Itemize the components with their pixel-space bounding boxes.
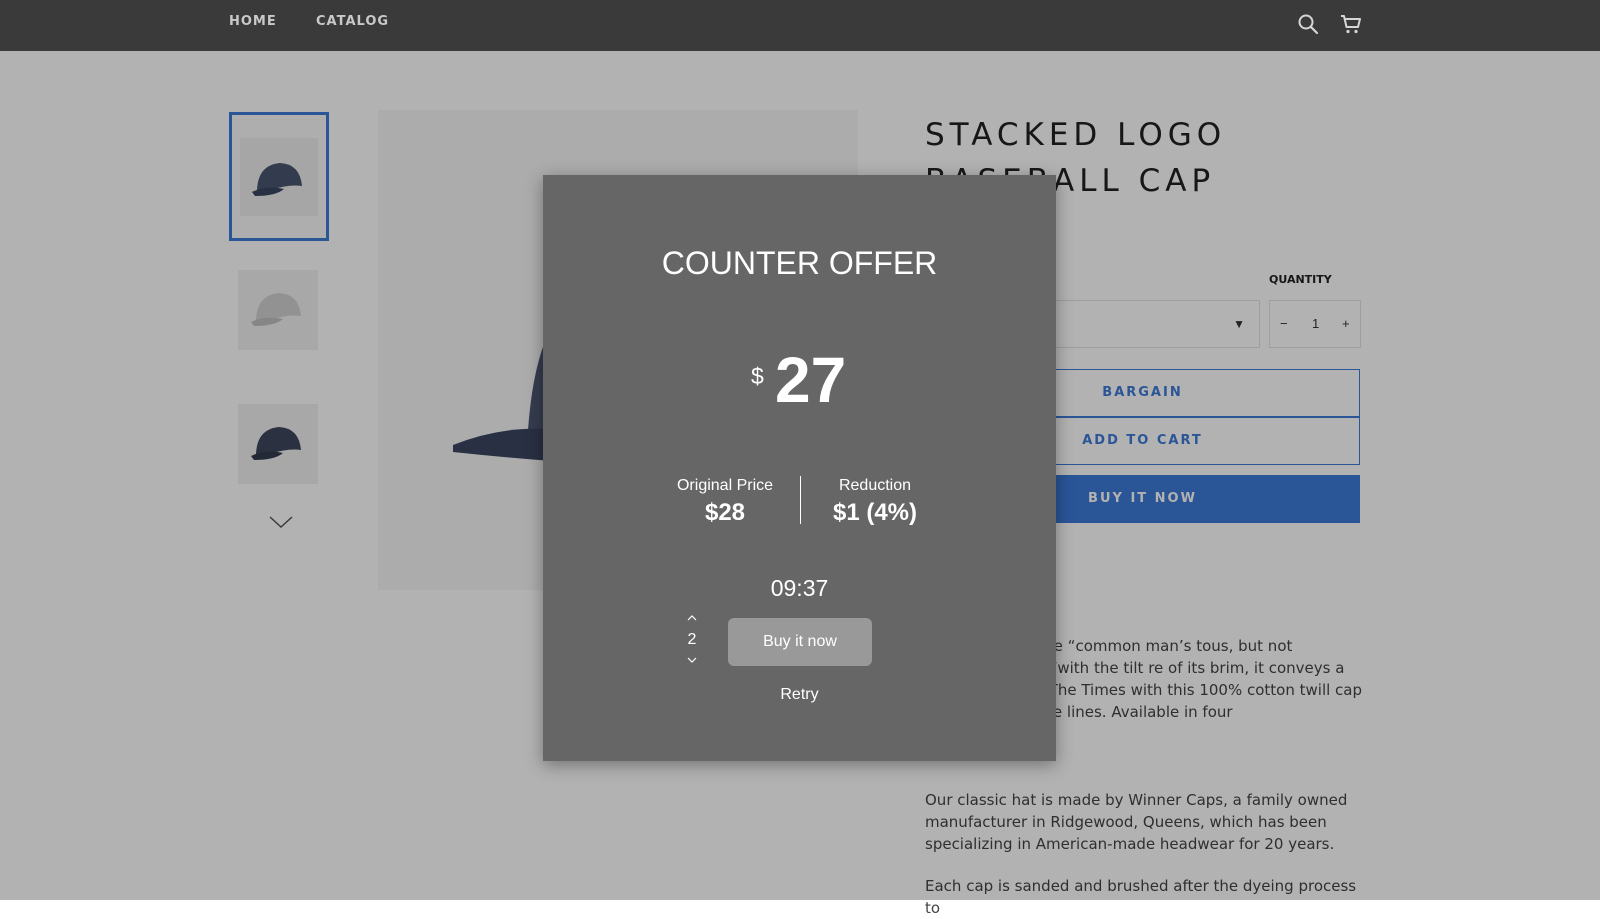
offer-currency: $ [751,363,764,389]
stepper-value[interactable]: 2 [686,631,698,649]
nav-home-link[interactable]: HOME [229,14,277,29]
cart-icon[interactable] [1339,12,1363,36]
chevron-up-icon[interactable] [686,612,698,624]
original-price-value: $28 [704,499,746,526]
reduction-value: $1 (4%) [832,499,918,526]
nav-catalog-link[interactable]: CATALOG [316,14,389,29]
counter-offer-modal: COUNTER OFFER $ 27 Original Price $28 Re… [543,175,1056,761]
stat-divider [800,476,801,524]
modal-title: COUNTER OFFER [661,245,938,281]
original-price-label: Original Price [676,477,774,494]
retry-link[interactable]: Retry [543,686,1056,704]
countdown-timer: 09:37 [770,575,829,601]
chevron-down-icon[interactable] [686,654,698,666]
offer-amount: 27 [775,344,847,416]
search-icon[interactable] [1296,12,1320,36]
site-header: HOME CATALOG [0,0,1600,51]
reduction-label: Reduction [838,477,912,494]
modal-buy-button[interactable]: Buy it now [728,618,872,666]
